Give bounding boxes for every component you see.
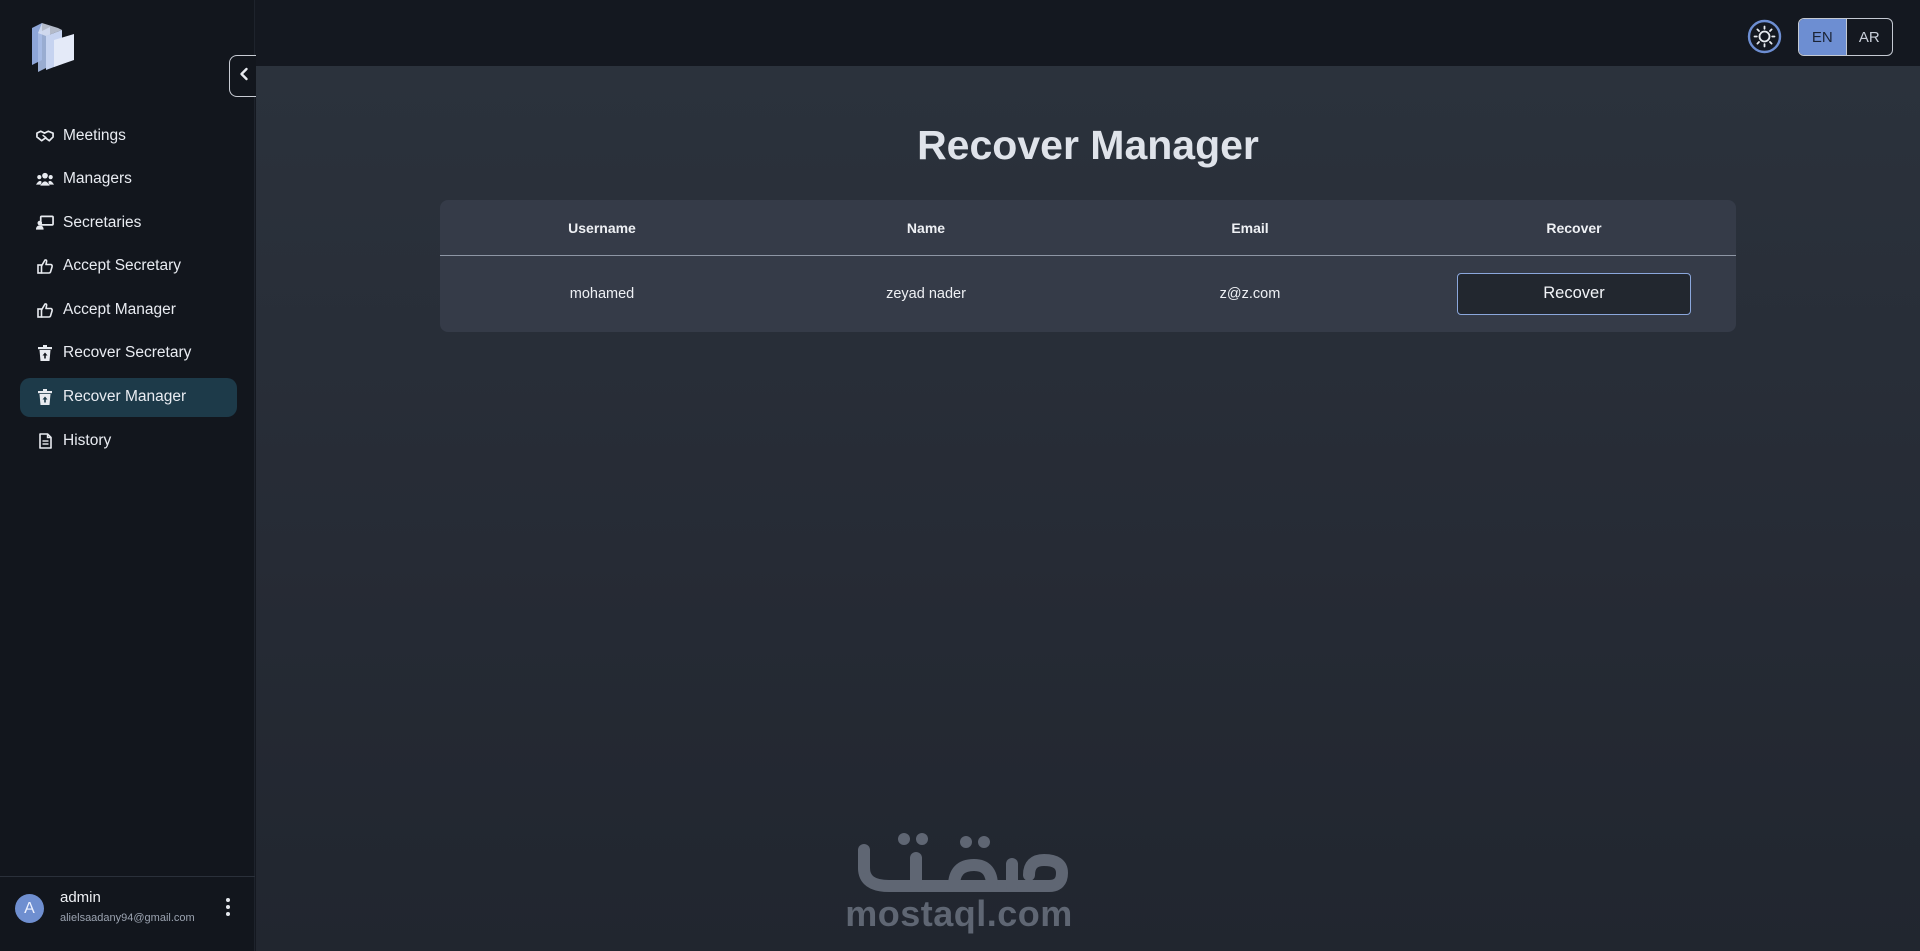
watermark: mostaql.com: [844, 820, 1074, 940]
main-content: Recover Manager Username Name Email Reco…: [256, 66, 1920, 951]
sidebar-item-label: Meetings: [63, 126, 126, 144]
sidebar-item-label: Accept Manager: [63, 300, 176, 318]
top-bar: [256, 0, 1920, 66]
thumbs-up-icon: [36, 257, 54, 275]
column-header-email: Email: [1231, 219, 1269, 236]
kebab-menu-icon: [226, 898, 230, 902]
table-header: Username Name Email Recover: [440, 200, 1736, 256]
sidebar-item-recover-secretary[interactable]: Recover Secretary: [20, 334, 237, 373]
page-title: Recover Manager: [917, 122, 1259, 168]
sidebar-item-label: Managers: [63, 170, 132, 188]
cell-email: z@z.com: [1219, 285, 1281, 302]
language-switcher: EN AR: [1798, 18, 1893, 56]
trash-restore-icon: [36, 388, 54, 406]
mostaql-logo: [858, 833, 1068, 892]
sidebar-item-label: History: [63, 431, 112, 449]
sidebar-item-managers[interactable]: Managers: [20, 160, 237, 199]
sidebar-item-accept-secretary[interactable]: Accept Secretary: [20, 247, 237, 286]
language-en-button[interactable]: EN: [1799, 19, 1846, 55]
collapse-sidebar-button[interactable]: [229, 55, 257, 97]
column-header-username: Username: [568, 219, 636, 236]
chalkboard-user-icon: [36, 214, 54, 232]
sidebar-item-label: Secretaries: [63, 213, 142, 231]
recover-button[interactable]: Recover: [1457, 272, 1691, 315]
handshake-icon: [36, 127, 54, 145]
sidebar: Meetings Managers Secretaries Accept Sec…: [0, 0, 257, 951]
app-logo[interactable]: [28, 20, 78, 72]
watermark-text: mostaql.com: [845, 893, 1073, 934]
user-menu-button[interactable]: [218, 895, 238, 919]
sidebar-item-recover-manager[interactable]: Recover Manager: [20, 377, 237, 417]
sidebar-item-label: Accept Secretary: [63, 257, 182, 275]
sidebar-nav: Meetings Managers Secretaries Accept Sec…: [20, 116, 237, 465]
user-name: admin: [60, 889, 101, 906]
avatar[interactable]: A: [15, 894, 44, 923]
cell-username: mohamed: [569, 285, 635, 302]
language-ar-button[interactable]: AR: [1845, 19, 1893, 55]
sidebar-item-label: Recover Secretary: [63, 344, 192, 362]
users-icon: [36, 170, 54, 188]
sidebar-item-label: Recover Manager: [63, 388, 187, 406]
cell-recover: Recover: [1412, 256, 1736, 331]
sidebar-item-meetings[interactable]: Meetings: [20, 116, 237, 155]
column-header-recover: Recover: [1546, 219, 1602, 236]
table-row: mohamed zeyad nader z@z.com Recover: [440, 256, 1736, 331]
recover-manager-table: Username Name Email Recover mohamed zeya…: [440, 200, 1736, 332]
column-header-name: Name: [906, 219, 946, 236]
cell-name: zeyad nader: [886, 285, 966, 302]
thumbs-up-icon: [36, 301, 54, 319]
sidebar-item-accept-manager[interactable]: Accept Manager: [20, 290, 237, 329]
chevron-left-icon: [238, 67, 250, 86]
theme-toggle-button[interactable]: [1747, 19, 1782, 54]
user-profile: A admin alielsaadany94@gmail.com: [0, 876, 255, 951]
sidebar-item-secretaries[interactable]: Secretaries: [20, 203, 237, 242]
trash-restore-icon: [36, 344, 54, 362]
sun-icon: [1747, 19, 1782, 58]
sidebar-item-history[interactable]: History: [20, 421, 237, 460]
user-email: alielsaadany94@gmail.com: [60, 912, 195, 924]
file-icon: [36, 432, 54, 450]
